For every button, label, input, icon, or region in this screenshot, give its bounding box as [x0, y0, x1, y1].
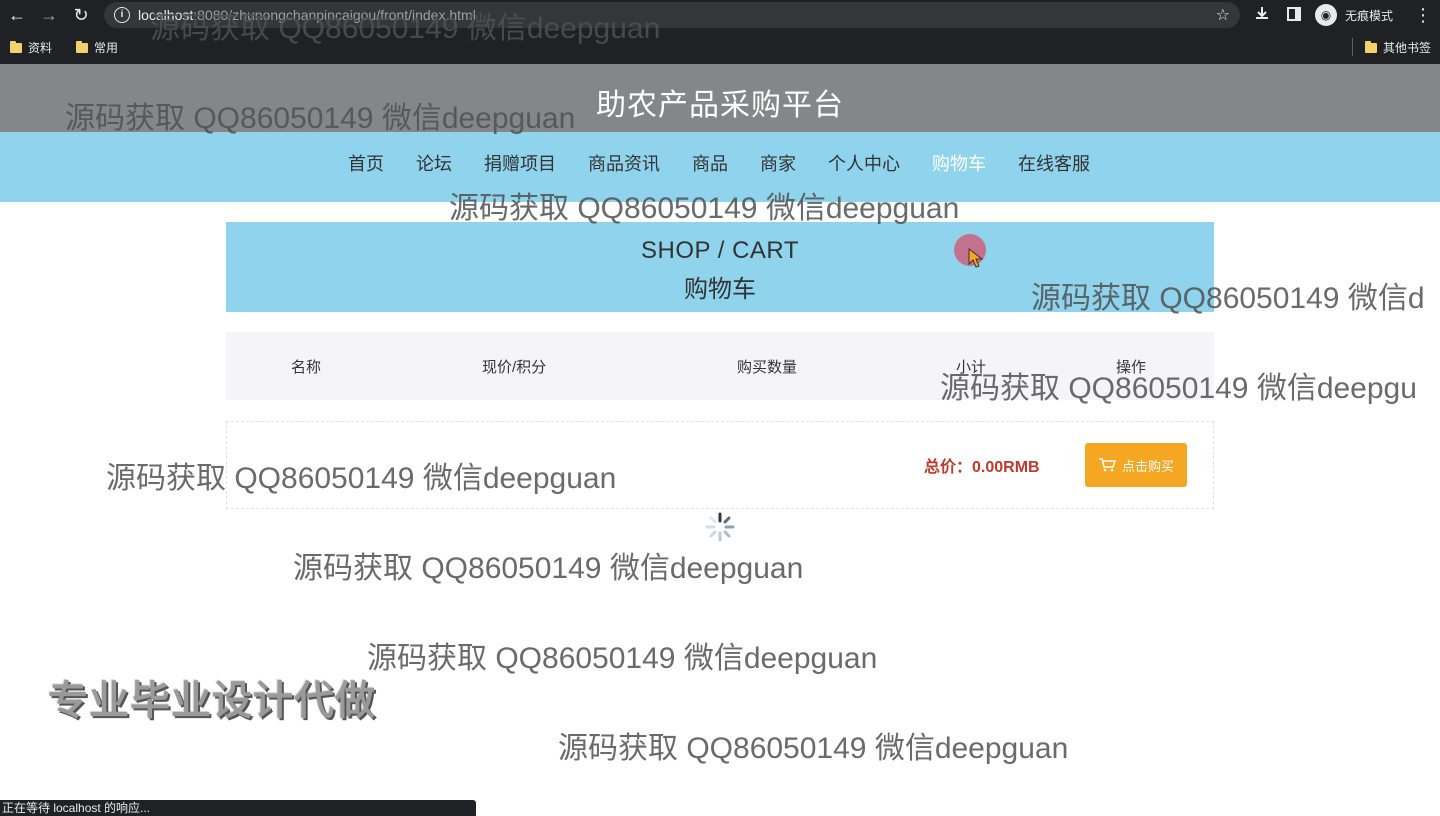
bookmark-folder-changyong[interactable]: 常用: [76, 39, 118, 56]
loading-spinner-icon: [705, 512, 735, 542]
side-panel-icon[interactable]: [1282, 3, 1306, 27]
buy-button[interactable]: 点击购买: [1085, 443, 1187, 487]
col-name: 名称: [291, 359, 322, 376]
col-price: 现价/积分: [482, 359, 547, 376]
watermark: 源码获取 QQ86050149 微信deepguan: [558, 732, 1069, 765]
cart-table-header: 名称 现价/积分 购买数量 小计 操作: [226, 332, 1214, 400]
incognito-label: 无痕模式: [1345, 8, 1394, 23]
site-header: 助农产品采购平台: [0, 64, 1440, 132]
nav-products[interactable]: 商品: [692, 152, 728, 176]
bookmark-label: 常用: [94, 41, 119, 55]
nav-donation[interactable]: 捐赠项目: [484, 152, 556, 176]
bookmark-folder-ziliao[interactable]: 资料: [10, 39, 52, 56]
mouse-cursor-icon: [968, 248, 984, 268]
main-nav: 首页 论坛 捐赠项目 商品资讯 商品 商家 个人中心 购物车 在线客服: [0, 132, 1440, 202]
forward-icon[interactable]: →: [37, 3, 61, 27]
nav-home[interactable]: 首页: [348, 152, 384, 176]
site-title: 助农产品采购平台: [596, 89, 844, 122]
address-bar[interactable]: i localhost:8080/zhunongchanpincaigou/fr…: [104, 2, 1240, 28]
folder-icon: [10, 40, 22, 53]
bookmarks-divider: [1352, 38, 1353, 56]
other-bookmarks[interactable]: 其他书签: [1365, 39, 1431, 56]
nav-news[interactable]: 商品资讯: [588, 152, 660, 176]
col-actions: 操作: [1116, 359, 1147, 376]
nav-support[interactable]: 在线客服: [1018, 152, 1090, 176]
watermark: 源码获取 QQ86050149 微信deepguan: [293, 552, 804, 585]
incognito-icon: ◉: [1315, 4, 1337, 26]
folder-icon: [1365, 40, 1377, 53]
bookmark-star-icon[interactable]: ☆: [1216, 5, 1230, 25]
col-quantity: 购买数量: [737, 359, 798, 376]
watermark: 源码获取 QQ86050149 微信deepguan: [367, 642, 878, 675]
nav-merchants[interactable]: 商家: [760, 152, 796, 176]
total-price: 总价：0.00RMB: [924, 459, 1040, 476]
nav-cart[interactable]: 购物车: [932, 152, 986, 176]
folder-icon: [76, 40, 88, 53]
menu-kebab-icon[interactable]: ⋮: [1411, 3, 1435, 27]
col-subtotal: 小计: [956, 359, 987, 376]
bookmarks-bar: 资料 常用 其他书签: [0, 30, 1440, 65]
bookmark-label: 其他书签: [1383, 41, 1432, 55]
download-icon[interactable]: [1250, 3, 1274, 27]
shopping-cart-icon: [1098, 458, 1116, 472]
promo-text: 专业毕业设计代做: [48, 679, 376, 723]
back-icon[interactable]: ←: [5, 3, 29, 27]
cart-summary: 总价：0.00RMB 点击购买: [226, 421, 1214, 509]
url-text: localhost:8080/zhunongchanpincaigou/fron…: [138, 7, 476, 23]
buy-button-label: 点击购买: [1121, 458, 1174, 474]
browser-toolbar: ← → ↻ i localhost:8080/zhunongchanpincai…: [0, 0, 1440, 30]
incognito-indicator[interactable]: ◉ 无痕模式: [1315, 3, 1393, 27]
cart-banner-cn: 购物车: [684, 276, 756, 303]
status-bar: 正在等待 localhost 的响应...: [0, 800, 476, 816]
nav-profile[interactable]: 个人中心: [828, 152, 900, 176]
nav-forum[interactable]: 论坛: [416, 152, 452, 176]
cart-banner-en: SHOP / CART: [641, 237, 799, 264]
bookmark-label: 资料: [28, 41, 53, 55]
reload-icon[interactable]: ↻: [69, 3, 93, 27]
cart-banner: SHOP / CART 购物车: [226, 222, 1214, 312]
site-info-icon[interactable]: i: [114, 7, 130, 23]
